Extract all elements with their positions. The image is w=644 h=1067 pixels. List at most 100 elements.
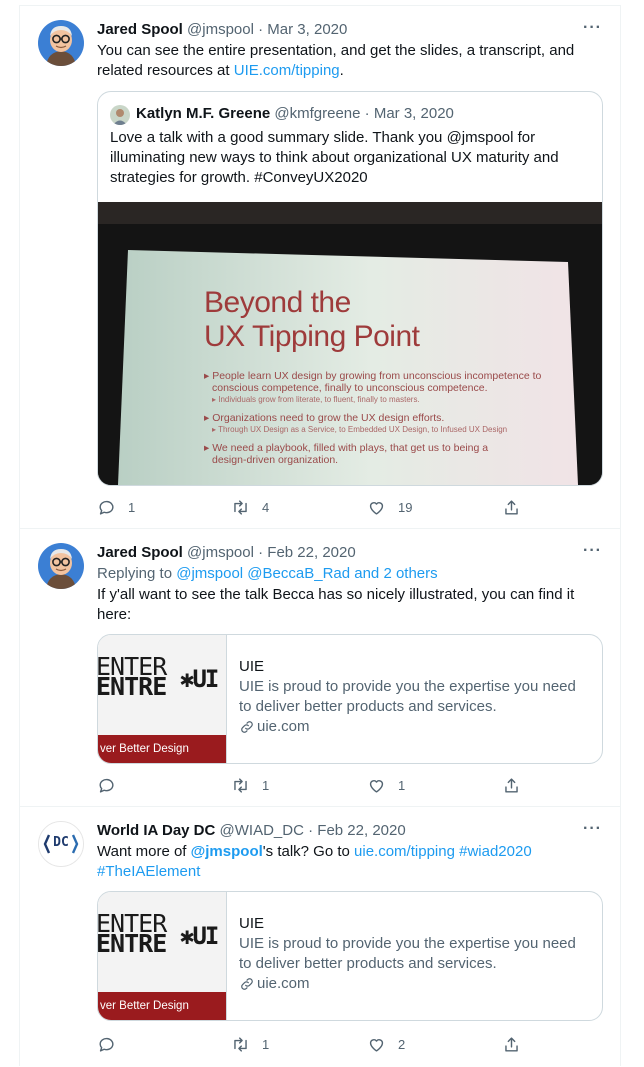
slide-subbullet: ▸ Through UX Design as a Service, to Emb… bbox=[212, 425, 508, 434]
link-icon bbox=[241, 721, 253, 733]
slide-subbullet-text: Through UX Design as a Service, to Embed… bbox=[218, 425, 508, 434]
quote-header: Katlyn M.F. Greene @kmfgreene · Mar 3, 2… bbox=[136, 105, 454, 122]
reply-button[interactable] bbox=[97, 1035, 128, 1054]
avatar[interactable]: DC bbox=[38, 821, 84, 867]
author-name[interactable]: Jared Spool bbox=[97, 544, 183, 561]
card-body: UIE UIE is proud to provide you the expe… bbox=[239, 914, 589, 994]
reply-button[interactable] bbox=[97, 776, 128, 795]
tweet-link[interactable]: UIE.com/tipping bbox=[234, 62, 340, 79]
like-button[interactable]: 1 bbox=[367, 776, 405, 795]
like-icon bbox=[369, 502, 384, 515]
hashtag-link[interactable]: #wiad2020 bbox=[459, 843, 532, 860]
like-count: 1 bbox=[398, 778, 406, 793]
like-icon bbox=[369, 780, 384, 793]
avatar-text: DC bbox=[53, 835, 69, 850]
reply-icon bbox=[99, 778, 114, 793]
share-button[interactable] bbox=[502, 776, 533, 795]
like-button[interactable]: 19 bbox=[367, 498, 412, 517]
card-domain: uie.com bbox=[257, 718, 310, 735]
tweet-text-part: . bbox=[339, 62, 344, 79]
avatar[interactable] bbox=[38, 543, 84, 589]
slide-subbullet-text: Individuals grow from literate, to fluen… bbox=[218, 395, 420, 404]
thumb-band: ver Better Design bbox=[98, 992, 226, 1020]
card-thumbnail: ENTER ENTRE ✱UI ver Better Design bbox=[98, 635, 227, 763]
slide-title-line: Beyond the bbox=[204, 286, 351, 319]
retweet-count: 1 bbox=[262, 1037, 270, 1052]
quote-photo[interactable]: Beyond the UX Tipping Point ▸ People lea… bbox=[98, 202, 602, 485]
tweet[interactable]: DC World IA Day DC @WIAD_DC · Feb 22, 20… bbox=[20, 807, 620, 1067]
author-handle[interactable]: @WIAD_DC bbox=[220, 822, 304, 839]
thumb-text-line: ENTRE bbox=[98, 672, 167, 701]
link-icon bbox=[241, 978, 253, 990]
share-icon bbox=[505, 1037, 518, 1052]
link-card[interactable]: ENTER ENTRE ✱UI ver Better Design UIE UI… bbox=[97, 634, 603, 764]
more-icon[interactable]: ··· bbox=[583, 542, 602, 560]
slide-bullet-cont: conscious competence, finally to unconsc… bbox=[212, 382, 488, 394]
tweet[interactable]: Jared Spool @jmspool · Mar 3, 2020 ··· Y… bbox=[20, 6, 620, 529]
author-name[interactable]: Jared Spool bbox=[97, 21, 183, 38]
slide-bullet-cont: design-driven organization. bbox=[212, 454, 339, 466]
tweet-text-part: 's talk? Go to bbox=[262, 843, 355, 860]
retweet-button[interactable]: 1 bbox=[231, 1035, 269, 1054]
card-domain-row: uie.com bbox=[239, 717, 589, 737]
card-description: UIE is proud to provide you the expertis… bbox=[239, 935, 576, 972]
author-handle[interactable]: @jmspool bbox=[187, 21, 254, 38]
card-thumbnail: ENTER ENTRE ✱UI ver Better Design bbox=[98, 892, 227, 1020]
retweet-button[interactable]: 4 bbox=[231, 498, 269, 517]
tweet-actions: 1 4 19 bbox=[97, 498, 527, 518]
share-icon bbox=[505, 500, 518, 515]
thumb-mark: ✱UI bbox=[180, 665, 219, 693]
tweet-actions: 1 1 bbox=[97, 776, 527, 796]
tweet-date[interactable]: Feb 22, 2020 bbox=[267, 544, 355, 561]
card-site: UIE bbox=[239, 658, 265, 675]
mention-link[interactable]: @jmspool bbox=[191, 843, 263, 860]
card-domain-row: uie.com bbox=[239, 974, 589, 994]
like-button[interactable]: 2 bbox=[367, 1035, 405, 1054]
tweet-text: Want more of @jmspool's talk? Go to uie.… bbox=[97, 842, 602, 882]
quote-date: Mar 3, 2020 bbox=[373, 105, 454, 122]
more-icon[interactable]: ··· bbox=[583, 820, 602, 838]
tweet-text-part: Want more of bbox=[97, 843, 191, 860]
quoted-tweet[interactable]: Katlyn M.F. Greene @kmfgreene · Mar 3, 2… bbox=[97, 91, 603, 486]
hashtag-link[interactable]: #TheIAElement bbox=[97, 863, 200, 880]
reply-button[interactable]: 1 bbox=[97, 498, 135, 517]
link-card[interactable]: ENTER ENTRE ✱UI ver Better Design UIE UI… bbox=[97, 891, 603, 1021]
avatar[interactable] bbox=[38, 20, 84, 66]
retweet-icon bbox=[234, 1037, 247, 1052]
tweet-actions: 1 2 bbox=[97, 1035, 527, 1055]
retweet-count: 1 bbox=[262, 778, 270, 793]
thumb-band: ver Better Design bbox=[98, 735, 226, 763]
tweet-date[interactable]: Feb 22, 2020 bbox=[317, 822, 405, 839]
quote-author-handle: @kmfgreene bbox=[274, 105, 361, 122]
reply-count: 1 bbox=[128, 500, 136, 515]
quote-avatar bbox=[110, 105, 130, 125]
tweet-date[interactable]: Mar 3, 2020 bbox=[267, 21, 347, 38]
card-description: UIE is proud to provide you the expertis… bbox=[239, 678, 576, 715]
slide-bullet: ▸ Organizations need to grow the UX desi… bbox=[204, 412, 445, 424]
retweet-button[interactable]: 1 bbox=[231, 776, 269, 795]
tweet-header: Jared Spool @jmspool · Mar 3, 2020 bbox=[97, 21, 348, 38]
tweet[interactable]: Jared Spool @jmspool · Feb 22, 2020 ··· … bbox=[20, 529, 620, 807]
author-name[interactable]: World IA Day DC bbox=[97, 822, 215, 839]
author-handle[interactable]: @jmspool bbox=[187, 544, 254, 561]
more-icon[interactable]: ··· bbox=[583, 19, 602, 37]
replying-to-link[interactable]: @jmspool @BeccaB_Rad and 2 others bbox=[176, 565, 437, 582]
like-icon bbox=[369, 1039, 384, 1052]
slide-content: Beyond the UX Tipping Point ▸ People lea… bbox=[204, 286, 541, 466]
share-button[interactable] bbox=[502, 1035, 533, 1054]
tweet-text: You can see the entire presentation, and… bbox=[97, 41, 602, 81]
tweet-header: Jared Spool @jmspool · Feb 22, 2020 bbox=[97, 544, 356, 561]
tweet-text: If y'all want to see the talk Becca has … bbox=[97, 586, 575, 623]
slide-title-line: UX Tipping Point bbox=[204, 320, 420, 353]
slide-subbullet: ▸ Individuals grow from literate, to flu… bbox=[212, 395, 420, 404]
share-button[interactable] bbox=[502, 498, 533, 517]
slide-bullet-text: We need a playbook, filled with plays, t… bbox=[212, 442, 489, 454]
quote-author-name: Katlyn M.F. Greene bbox=[136, 105, 271, 122]
slide-bullet: ▸ We need a playbook, filled with plays,… bbox=[204, 442, 489, 454]
quote-text: Love a talk with a good summary slide. T… bbox=[110, 129, 559, 186]
tweet-link[interactable]: uie.com/tipping bbox=[354, 843, 455, 860]
slide-bullet-text: People learn UX design by growing from u… bbox=[212, 370, 542, 382]
retweet-icon bbox=[234, 778, 247, 793]
slide-bullet-text: Organizations need to grow the UX design… bbox=[212, 412, 445, 424]
card-domain: uie.com bbox=[257, 975, 310, 992]
